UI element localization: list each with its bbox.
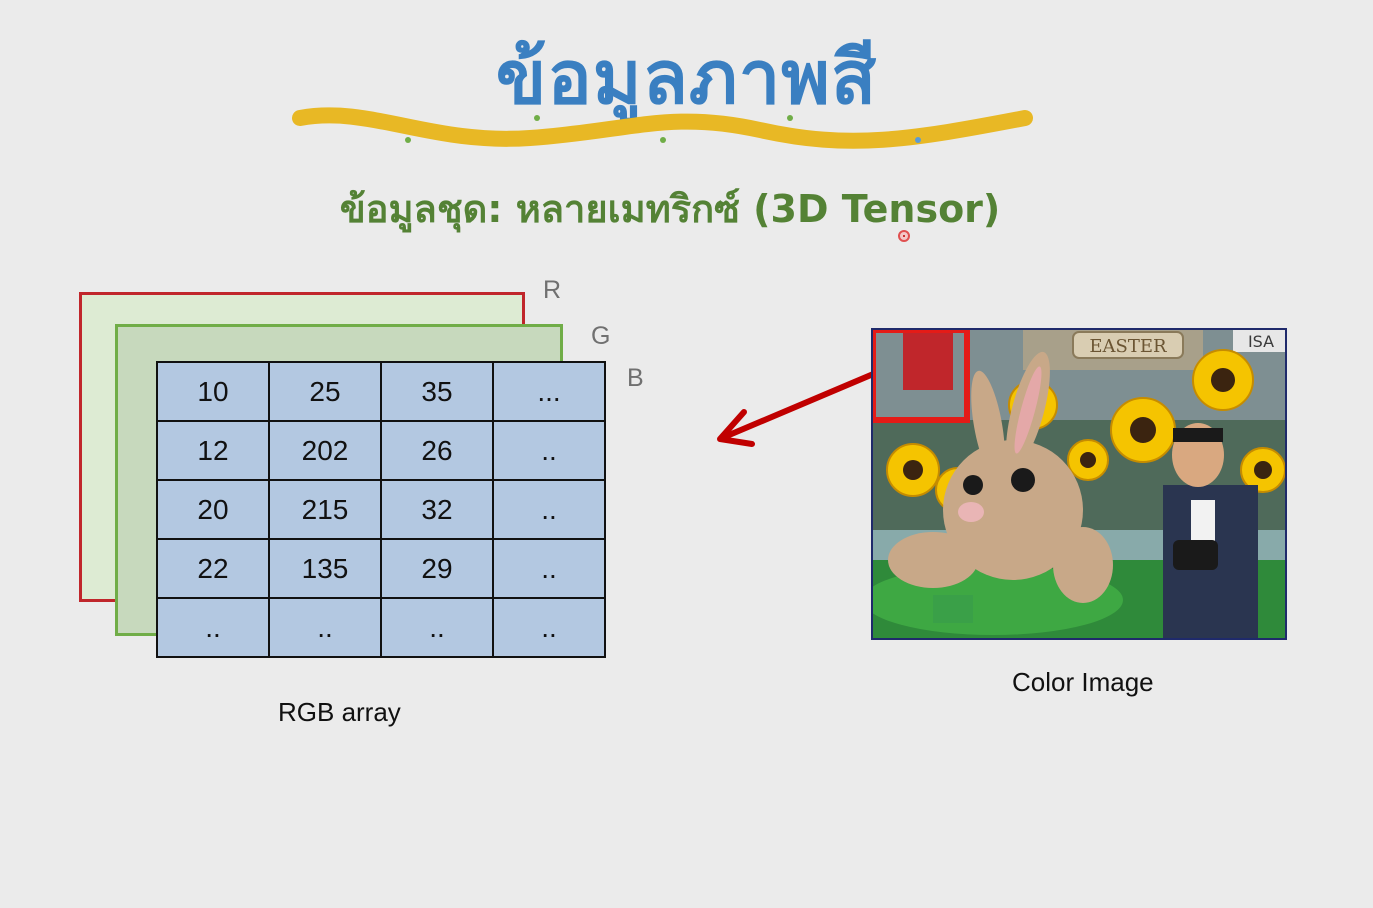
matrix-cell: 35: [380, 361, 494, 422]
matrix-cell: 215: [268, 479, 382, 540]
color-image-caption: Color Image: [1012, 667, 1154, 697]
matrix-cell: 22: [156, 538, 270, 599]
matrix-cell: ..: [492, 538, 606, 599]
pointer-cursor: [898, 230, 910, 242]
matrix-cell: 10: [156, 361, 270, 422]
matrix-row: .. .. .. ..: [156, 597, 606, 658]
matrix-cell: ..: [380, 597, 494, 658]
slide-subtitle: ข้อมูลชุด: หลายเมทริกซ์ (3D Tensor): [339, 187, 1001, 231]
matrix-row: 10 25 35 ...: [156, 361, 606, 422]
matrix-cell: 135: [268, 538, 382, 599]
matrix-cell: ..: [268, 597, 382, 658]
matrix-cell: 26: [380, 420, 494, 481]
matrix-cell: 12: [156, 420, 270, 481]
matrix-row: 12 202 26 ..: [156, 420, 606, 481]
matrix-cell: 202: [268, 420, 382, 481]
matrix-row: 22 135 29 ..: [156, 538, 606, 599]
matrix-cell: ..: [492, 597, 606, 658]
matrix-cell: 29: [380, 538, 494, 599]
red-arrow: [717, 369, 881, 447]
r-channel-label: R: [543, 276, 562, 304]
matrix-cell: 25: [268, 361, 382, 422]
color-photo: EASTER ISA: [871, 328, 1287, 640]
matrix-cell: ..: [492, 420, 606, 481]
matrix-cell: 20: [156, 479, 270, 540]
matrix-cell: ...: [492, 361, 606, 422]
matrix-cell: ..: [492, 479, 606, 540]
g-channel-label: G: [591, 322, 611, 350]
wave-underline: [292, 107, 1033, 149]
photo-illustration: EASTER ISA: [873, 330, 1285, 638]
b-channel-label: B: [627, 364, 644, 392]
rgb-array-caption: RGB array: [278, 697, 401, 727]
easter-sign-text: EASTER: [1089, 336, 1167, 357]
blue-channel-matrix: 10 25 35 ... 12 202 26 .. 20 215 32 .. 2…: [156, 361, 606, 658]
matrix-cell: ..: [156, 597, 270, 658]
matrix-row: 20 215 32 ..: [156, 479, 606, 540]
isa-sign-text: ISA: [1248, 332, 1274, 351]
matrix-cell: 32: [380, 479, 494, 540]
